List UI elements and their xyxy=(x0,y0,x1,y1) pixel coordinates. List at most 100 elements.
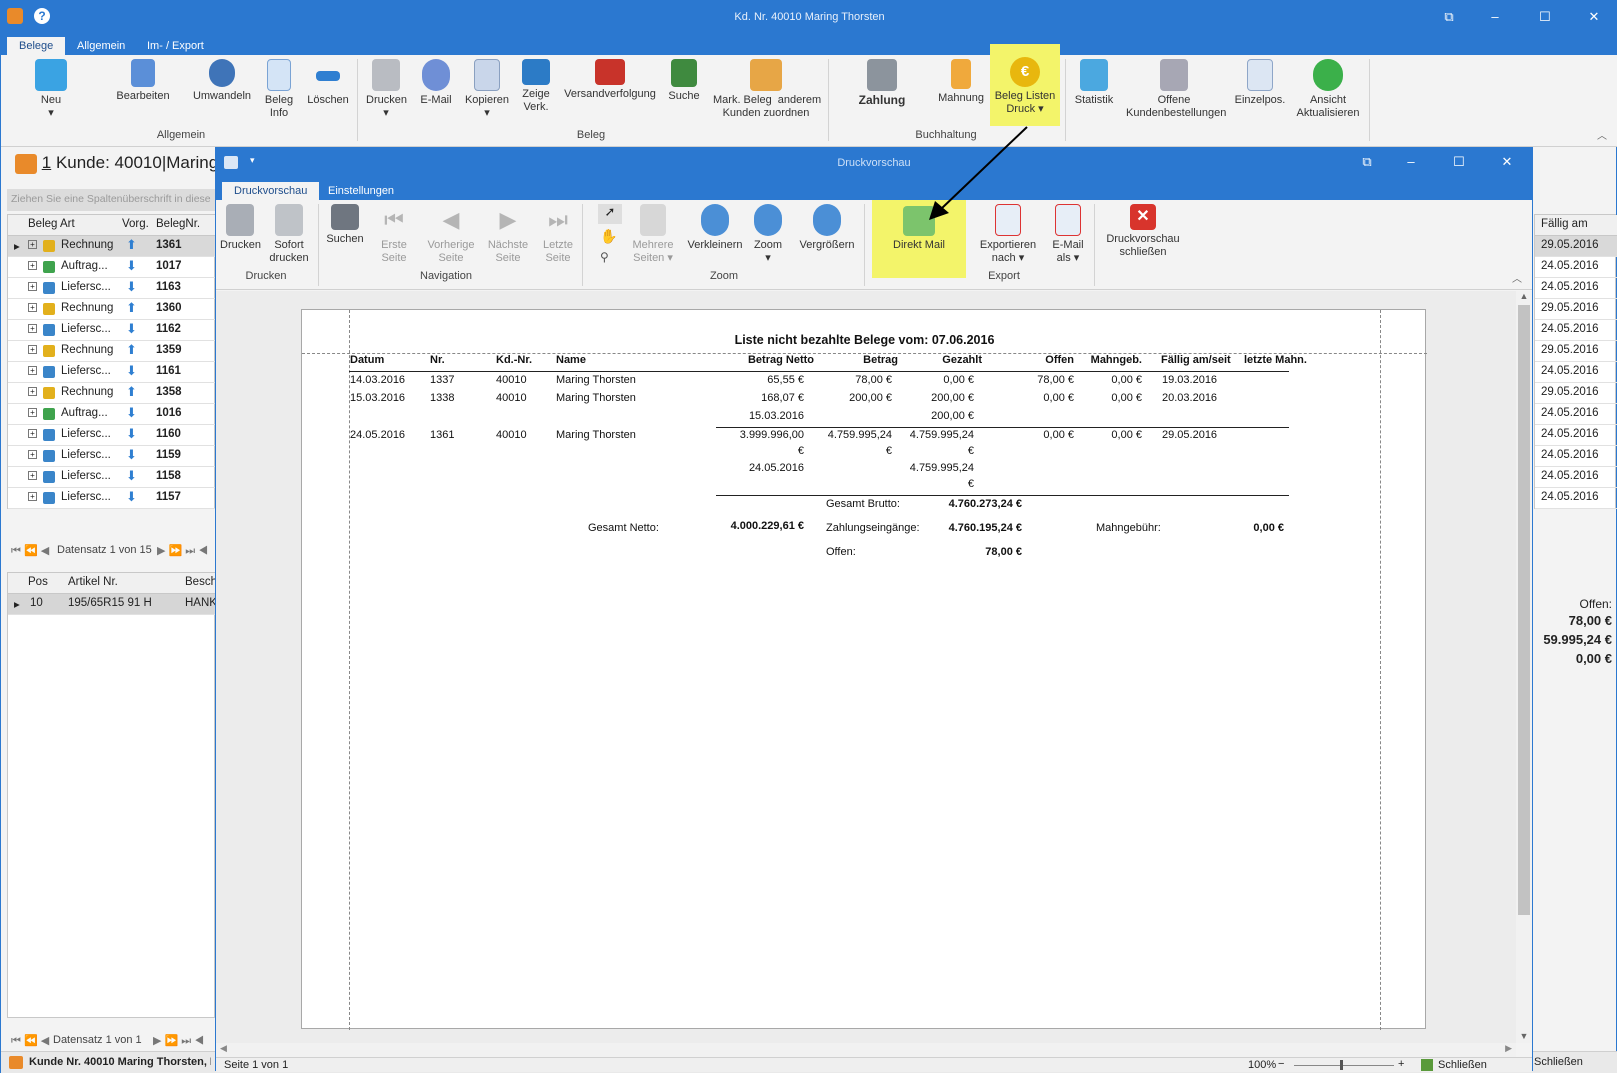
refresh-button[interactable]: Ansicht Aktualisieren xyxy=(1295,59,1361,120)
due-row[interactable]: 29.05.2016 xyxy=(1535,299,1617,320)
close-preview-button[interactable]: ✕ Druckvorschau schließen xyxy=(1100,204,1186,259)
nav-first-icon[interactable]: ⏮ ⏪ ◀ xyxy=(11,1034,49,1048)
tab-druckvorschau[interactable]: Druckvorschau xyxy=(222,182,320,200)
zoom-in-button[interactable]: Vergrößern xyxy=(796,204,858,252)
scroll-up-icon[interactable]: ▲ xyxy=(1516,291,1532,301)
tab-allgemein[interactable]: Allgemein xyxy=(65,37,137,55)
info-button[interactable]: Beleg Info xyxy=(263,59,295,120)
show-flow-button[interactable]: Zeige Verk. xyxy=(519,59,553,114)
pointer-tool-icon[interactable]: ➚ xyxy=(598,204,622,224)
expand-icon[interactable]: + xyxy=(28,303,37,312)
col-header-vorg[interactable]: Vorg. xyxy=(122,218,149,230)
dlg-search-button[interactable]: Suchen xyxy=(326,204,364,246)
table-row[interactable]: + Liefersc... ⬇ 1161 xyxy=(8,362,216,383)
col-header-article[interactable]: Artikel Nr. xyxy=(68,576,118,588)
print-button[interactable]: Drucken ▾ xyxy=(366,59,407,120)
expand-icon[interactable]: + xyxy=(28,282,37,291)
search-button[interactable]: Suche xyxy=(668,59,700,103)
due-row[interactable]: 29.05.2016 xyxy=(1535,236,1617,257)
expand-icon[interactable]: + xyxy=(28,324,37,333)
reminder-button[interactable]: Mahnung xyxy=(936,59,986,105)
new-button[interactable]: Neu ▾ xyxy=(33,59,69,120)
zoom-minus-icon[interactable]: − xyxy=(1278,1058,1284,1070)
due-row[interactable]: 24.05.2016 xyxy=(1535,257,1617,278)
payment-button[interactable]: Zahlung xyxy=(856,59,908,107)
scroll-thumb[interactable] xyxy=(1518,305,1530,915)
first-page-button[interactable]: ⏮ Erste Seite xyxy=(376,204,412,265)
vertical-scrollbar[interactable]: ▲ ▼ xyxy=(1516,291,1532,1043)
quick-print-button[interactable]: Sofort drucken xyxy=(268,204,310,265)
table-row[interactable]: + Liefersc... ⬇ 1159 xyxy=(8,446,216,467)
dialog-collapse-icon[interactable]: ︿ xyxy=(1512,270,1522,285)
expand-icon[interactable]: + xyxy=(28,387,37,396)
table-row[interactable]: + Rechnung ⬆ 1359 xyxy=(8,341,216,362)
scroll-down-icon[interactable]: ▼ xyxy=(1516,1031,1532,1041)
horizontal-scrollbar[interactable]: ◀ ▶ xyxy=(216,1043,1516,1057)
table-row[interactable]: + Liefersc... ⬇ 1163 xyxy=(8,278,216,299)
col-header-type[interactable]: Beleg Art xyxy=(28,218,75,230)
expand-icon[interactable]: + xyxy=(28,261,37,270)
multi-page-button[interactable]: Mehrere Seiten ▾ xyxy=(630,204,676,265)
dialog-status-close[interactable]: Schließen xyxy=(1438,1059,1487,1071)
col-header-nr[interactable]: BelegNr. xyxy=(156,218,200,230)
due-row[interactable]: 24.05.2016 xyxy=(1535,278,1617,299)
expand-icon[interactable]: + xyxy=(28,240,37,249)
zoom-button[interactable]: Zoom ▾ xyxy=(750,204,786,265)
due-row[interactable]: 24.05.2016 xyxy=(1535,488,1617,509)
tab-belege[interactable]: Belege xyxy=(7,37,66,55)
convert-button[interactable]: Umwandeln xyxy=(191,59,253,103)
due-row[interactable]: 29.05.2016 xyxy=(1535,341,1617,362)
expand-icon[interactable]: + xyxy=(28,471,37,480)
table-row[interactable]: ▸ 10 195/65R15 91 H HANK xyxy=(8,594,217,615)
expand-icon[interactable]: + xyxy=(28,492,37,501)
open-orders-button[interactable]: Offene Kundenbestellungen xyxy=(1126,59,1226,120)
table-row[interactable]: + Liefersc... ⬇ 1157 xyxy=(8,488,216,509)
email-as-button[interactable]: E-Mail als ▾ xyxy=(1048,204,1088,265)
due-row[interactable]: 29.05.2016 xyxy=(1535,383,1617,404)
copy-button[interactable]: Kopieren ▾ xyxy=(464,59,510,120)
tracking-button[interactable]: Versandverfolgung xyxy=(564,59,656,101)
due-row[interactable]: 24.05.2016 xyxy=(1535,404,1617,425)
minimize-icon[interactable]: – xyxy=(1480,7,1510,27)
zoom-plus-icon[interactable]: + xyxy=(1398,1058,1404,1070)
nav-first-icon[interactable]: ⏮ ⏪ ◀ xyxy=(11,544,49,558)
dialog-restore-icon[interactable]: ⧉ xyxy=(1352,152,1382,172)
table-row[interactable]: + Rechnung ⬆ 1358 xyxy=(8,383,216,404)
table-row[interactable]: + Liefersc... ⬇ 1162 xyxy=(8,320,216,341)
table-row[interactable]: ▸ + Rechnung ⬆ 1361 xyxy=(8,236,216,257)
delete-button[interactable]: Löschen xyxy=(306,59,350,107)
collapse-ribbon-icon[interactable]: ︿ xyxy=(1597,127,1607,142)
zoom-thumb[interactable] xyxy=(1340,1060,1343,1070)
table-row[interactable]: + Auftrag... ⬇ 1017 xyxy=(8,257,216,278)
nav-last-icon[interactable]: ▶ ⏩ ⏭ ◀ xyxy=(153,1034,204,1048)
due-row[interactable]: 24.05.2016 xyxy=(1535,446,1617,467)
document-lists-print-button[interactable]: € Beleg Listen Druck ▾ xyxy=(990,44,1060,126)
tab-import-export[interactable]: Im- / Export xyxy=(135,37,216,55)
due-row[interactable]: 24.05.2016 xyxy=(1535,467,1617,488)
table-row[interactable]: + Liefersc... ⬇ 1160 xyxy=(8,425,216,446)
dialog-close-icon[interactable]: ✕ xyxy=(1492,152,1522,172)
expand-icon[interactable]: + xyxy=(28,408,37,417)
single-items-button[interactable]: Einzelpos. xyxy=(1234,59,1286,107)
expand-icon[interactable]: + xyxy=(28,450,37,459)
statistics-button[interactable]: Statistik xyxy=(1073,59,1115,107)
next-page-button[interactable]: ▶ Nächste Seite xyxy=(486,204,530,265)
dlg-print-button[interactable]: Drucken xyxy=(220,204,261,252)
expand-icon[interactable]: + xyxy=(28,345,37,354)
close-icon[interactable]: ✕ xyxy=(1579,7,1609,27)
col-header-desc[interactable]: Besch xyxy=(185,576,217,588)
table-row[interactable]: + Auftrag... ⬇ 1016 xyxy=(8,404,216,425)
edit-button[interactable]: Bearbeiten xyxy=(113,59,173,103)
due-row[interactable]: 24.05.2016 xyxy=(1535,362,1617,383)
table-row[interactable]: + Rechnung ⬆ 1360 xyxy=(8,299,216,320)
due-row[interactable]: 24.05.2016 xyxy=(1535,425,1617,446)
col-header-due[interactable]: Fällig am xyxy=(1541,218,1588,230)
maximize-icon[interactable]: ☐ xyxy=(1530,7,1560,27)
nav-last-icon[interactable]: ▶ ⏩ ⏭ ◀ xyxy=(157,544,208,558)
last-page-button[interactable]: ⏭ Letzte Seite xyxy=(540,204,576,265)
due-row[interactable]: 24.05.2016 xyxy=(1535,320,1617,341)
zoom-out-button[interactable]: Verkleinern xyxy=(686,204,744,252)
prev-page-button[interactable]: ◀ Vorherige Seite xyxy=(426,204,476,265)
assign-button[interactable]: Mark. Beleg anderem Kunden zuordnen xyxy=(713,59,821,120)
hand-tool-icon[interactable]: ✋ xyxy=(600,228,617,245)
